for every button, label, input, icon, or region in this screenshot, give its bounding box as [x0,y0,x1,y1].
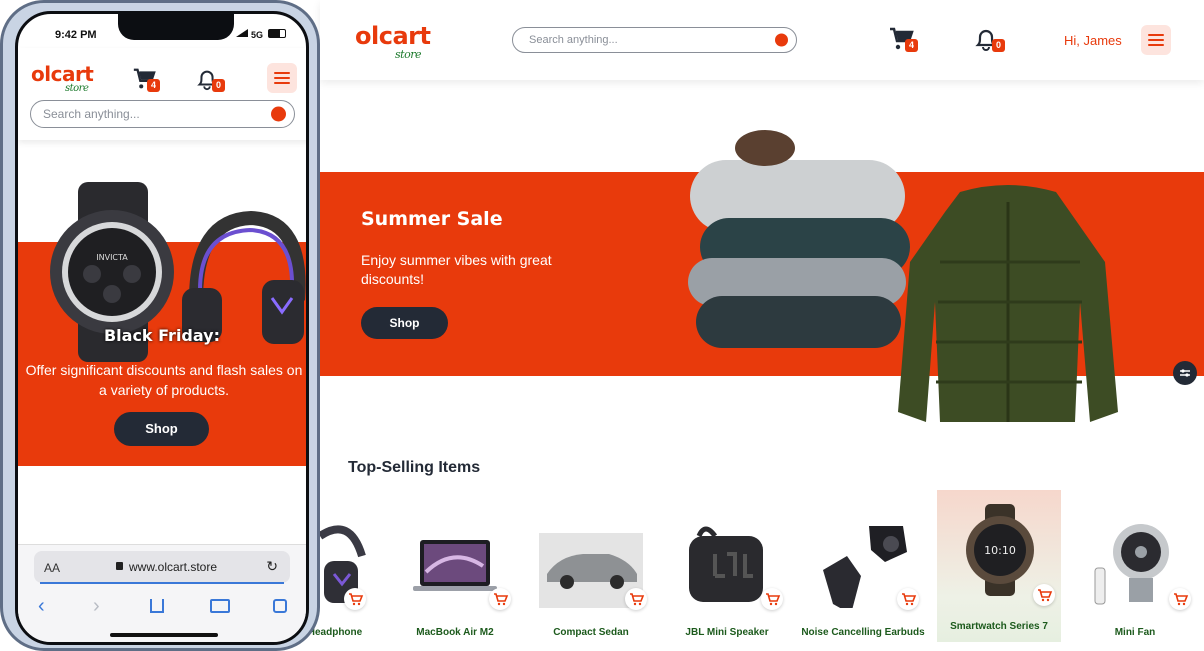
shop-button[interactable]: Shop [114,412,209,446]
desktop-header: olcart store Search anything... 4 0 Hi, … [320,0,1204,80]
product-name: Smartwatch Series 7 [950,621,1048,632]
product-card[interactable]: Noise Cancelling Earbuds [801,508,925,651]
logo-sub: store [395,48,421,61]
add-to-cart-icon[interactable] [625,588,647,610]
back-icon[interactable]: ‹ [38,595,45,618]
cart-badge: 4 [147,79,160,92]
product-image: 10:10 [947,504,1051,596]
add-to-cart-icon[interactable] [344,588,366,610]
watch-brand-text: INVICTA [96,253,128,262]
desktop-cart-button[interactable]: 4 [888,26,920,54]
mobile-menu-button[interactable] [267,63,297,93]
search-placeholder: Search anything... [43,107,140,121]
green-jacket-image [898,185,1118,422]
product-card[interactable]: Headphone [308,508,370,651]
shop-button[interactable]: Shop [361,307,448,339]
product-name: Mini Fan [1114,627,1156,638]
text-size-button[interactable]: AA [44,561,60,575]
banner-title: Black Friday: [103,326,221,345]
product-card[interactable]: Compact Sedan [529,508,653,651]
mobile-logo[interactable]: olcart store [31,62,94,94]
user-greeting[interactable]: Hi, James [1064,33,1122,48]
search-icon[interactable] [775,33,788,47]
cart-badge: 4 [905,39,918,52]
tabs-icon[interactable] [273,599,287,613]
svg-text:10:10: 10:10 [984,544,1016,557]
status-network: 5G [251,30,264,40]
phone-frame: 9:42 PM 5G olcart store 4 0 Search anyth… [0,0,320,651]
product-name: Noise Cancelling Earbuds [801,627,925,638]
product-name: JBL Mini Speaker [685,627,769,638]
address-bar[interactable]: AA www.olcart.store ↻ [34,551,290,584]
bookmarks-icon[interactable] [210,599,230,613]
product-name: Compact Sedan [553,627,629,638]
add-to-cart-icon[interactable] [1033,584,1055,606]
banner-description: Enjoy summer vibes with great discounts! [361,252,552,287]
mobile-search-input[interactable]: Search anything... [30,100,295,128]
lock-icon [116,562,123,570]
logo-text: olcart [355,22,431,50]
desktop-logo[interactable]: olcart store [355,22,431,61]
desktop-notification-button[interactable]: 0 [973,26,1007,54]
search-icon[interactable] [271,106,286,122]
product-card[interactable]: MacBook Air M2 [393,508,517,651]
floating-settings-button[interactable] [1173,361,1197,385]
add-to-cart-icon[interactable] [489,588,511,610]
load-progress [40,582,284,584]
forward-icon[interactable]: › [93,595,100,618]
add-to-cart-icon[interactable] [1169,588,1191,610]
notification-badge: 0 [212,79,225,92]
share-icon[interactable] [150,599,164,613]
reload-icon[interactable]: ↻ [266,558,278,575]
battery-icon [268,29,286,38]
home-indicator [110,633,218,637]
add-to-cart-icon[interactable] [897,588,919,610]
sliders-icon [1180,369,1190,377]
mobile-notification-button[interactable]: 0 [195,67,227,93]
phone-notch [118,14,234,40]
product-name: MacBook Air M2 [416,627,494,638]
mobile-cart-button[interactable]: 4 [132,67,162,93]
product-card[interactable]: JBL Mini Speaker [665,508,789,651]
notification-badge: 0 [992,39,1005,52]
phone-screen: 9:42 PM 5G olcart store 4 0 Search anyth… [15,11,309,645]
url-text[interactable]: www.olcart.store [129,560,217,574]
search-placeholder: Search anything... [529,34,618,46]
banner-title: Summer Sale [361,208,503,230]
add-to-cart-icon[interactable] [761,588,783,610]
desktop-menu-button[interactable] [1141,25,1171,55]
browser-bottom-bar: AA www.olcart.store ↻ ‹ › [18,544,306,642]
banner-description: Offer significant discounts and flash sa… [25,362,303,398]
logo-sub: store [65,83,89,94]
signal-icon [236,28,248,37]
desktop-search-input[interactable]: Search anything... [512,27,797,53]
product-card-highlighted[interactable]: 10:10 Smartwatch Series 7 [937,490,1061,642]
section-title: Top-Selling Items [348,459,481,476]
product-card[interactable]: Mini Fan [1073,508,1197,651]
status-time: 9:42 PM [55,29,97,41]
composite-screenshot: { "desktop": { "logo": {"brand": "olcart… [0,0,1204,651]
